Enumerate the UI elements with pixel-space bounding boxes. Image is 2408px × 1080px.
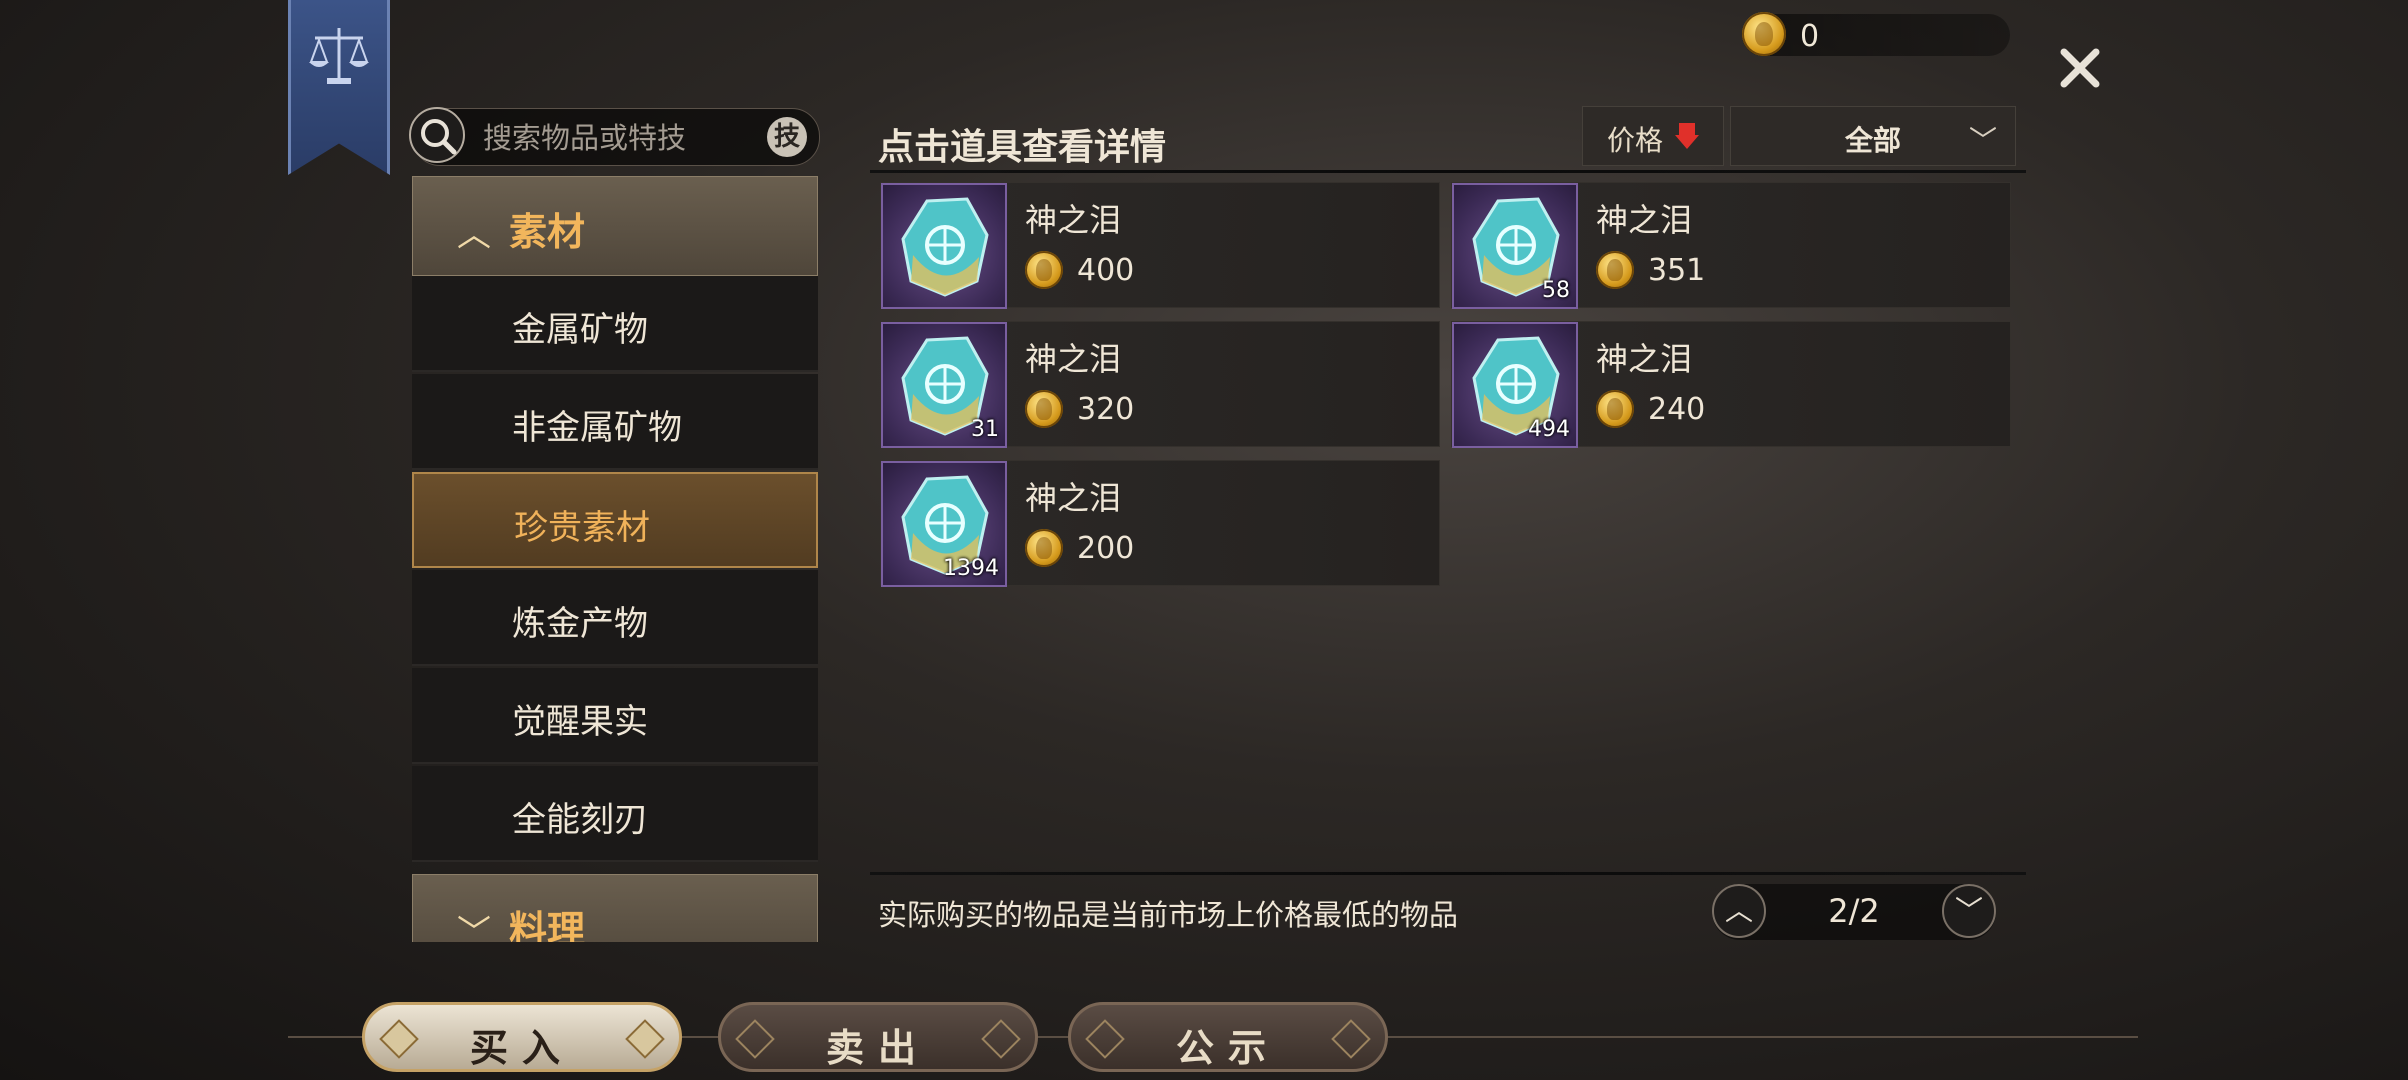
item-quantity: 1394 [943, 556, 999, 581]
item-price: 400 [1077, 253, 1135, 288]
close-icon [2060, 48, 2100, 88]
item-listing[interactable]: 神之泪 400 [880, 182, 1440, 309]
tab-buy[interactable]: 买入 [362, 1002, 682, 1072]
chevron-down-icon: ﹀ [1954, 894, 1983, 927]
category-group-label: 料理 [509, 908, 586, 942]
currency-amount: 0 [1800, 19, 1820, 54]
chevron-up-icon: ︿ [457, 215, 491, 255]
tab-sell[interactable]: 卖出 [718, 1002, 1038, 1072]
item-listing[interactable]: 31 神之泪 320 [880, 321, 1440, 448]
gold-coin-icon [1025, 251, 1063, 289]
item-name: 神之泪 [1596, 201, 1693, 239]
gold-coin-icon [1742, 12, 1786, 56]
category-item-universal-blade[interactable]: 全能刻刃 [412, 766, 818, 862]
category-item-label: 觉醒果实 [512, 702, 648, 742]
purchase-note: 实际购买的物品是当前市场上价格最低的物品 [878, 898, 1459, 932]
search-input[interactable] [481, 119, 745, 157]
scales-icon [309, 28, 369, 84]
sort-label: 价格 [1607, 124, 1664, 157]
category-item-nonmetal-ore[interactable]: 非金属矿物 [412, 374, 818, 470]
footer-divider [870, 872, 2026, 875]
category-item-label: 全能刻刃 [512, 800, 648, 840]
category-item-label: 金属矿物 [512, 310, 648, 350]
category-item-awakening-fruit[interactable]: 觉醒果实 [412, 668, 818, 764]
item-listing[interactable]: 58 神之泪 351 [1451, 182, 2011, 309]
search-bar: 技 [409, 107, 820, 166]
sort-descending-icon [1675, 123, 1699, 149]
tab-notice[interactable]: 公示 [1068, 1002, 1388, 1072]
pagination: ︿ 2/2 ﹀ [1712, 884, 1996, 940]
item-price: 351 [1648, 253, 1706, 288]
page-title: 点击道具查看详情 [878, 127, 1167, 168]
item-name: 神之泪 [1025, 201, 1122, 239]
chevron-down-icon: ﹀ [457, 913, 491, 942]
item-listing[interactable]: 494 神之泪 240 [1451, 321, 2011, 448]
item-quantity: 494 [1528, 417, 1570, 442]
header-divider [870, 170, 2026, 173]
category-list[interactable]: ︿ 素材 金属矿物 非金属矿物 珍贵素材 炼金产物 觉醒果实 全能刻刃 ﹀ 料理 [412, 176, 818, 942]
category-group-cooking[interactable]: ﹀ 料理 [412, 874, 818, 942]
category-item-metal-ore[interactable]: 金属矿物 [412, 276, 818, 372]
gold-coin-icon [1025, 390, 1063, 428]
skill-search-toggle[interactable]: 技 [767, 117, 807, 157]
category-item-alchemy-products[interactable]: 炼金产物 [412, 570, 818, 666]
item-listing[interactable]: 1394 神之泪 200 [880, 460, 1440, 587]
sort-by-price-button[interactable]: 价格 [1582, 106, 1724, 166]
category-item-label: 炼金产物 [512, 604, 648, 644]
gold-coin-icon [1596, 390, 1634, 428]
item-price: 200 [1077, 531, 1135, 566]
gold-coin-icon [1025, 529, 1063, 567]
category-item-label: 珍贵素材 [514, 508, 650, 548]
item-price: 320 [1077, 392, 1135, 427]
category-group-label: 素材 [509, 210, 586, 254]
search-icon[interactable] [409, 107, 467, 165]
close-button[interactable] [2052, 40, 2108, 96]
chevron-down-icon: ﹀ [1968, 124, 1997, 157]
item-icon-frame: 31 [881, 322, 1007, 448]
category-item-label: 非金属矿物 [512, 408, 682, 448]
market-banner [288, 0, 390, 175]
tear-of-god-gem-icon [901, 197, 989, 297]
next-page-button[interactable]: ﹀ [1942, 884, 1996, 938]
item-quantity: 31 [971, 417, 999, 442]
item-price: 240 [1648, 392, 1706, 427]
item-icon-frame: 1394 [881, 461, 1007, 587]
category-group-materials[interactable]: ︿ 素材 [412, 176, 818, 276]
filter-dropdown[interactable]: 全部 ﹀ [1730, 106, 2016, 166]
gold-coin-icon [1596, 251, 1634, 289]
item-name: 神之泪 [1025, 479, 1122, 517]
item-quantity: 58 [1542, 278, 1570, 303]
item-icon-frame: 494 [1452, 322, 1578, 448]
item-name: 神之泪 [1596, 340, 1693, 378]
item-icon-frame: 58 [1452, 183, 1578, 309]
category-item-precious-materials[interactable]: 珍贵素材 [412, 472, 818, 568]
item-icon-frame [881, 183, 1007, 309]
currency-display: 0 [1742, 12, 2010, 56]
item-name: 神之泪 [1025, 340, 1122, 378]
